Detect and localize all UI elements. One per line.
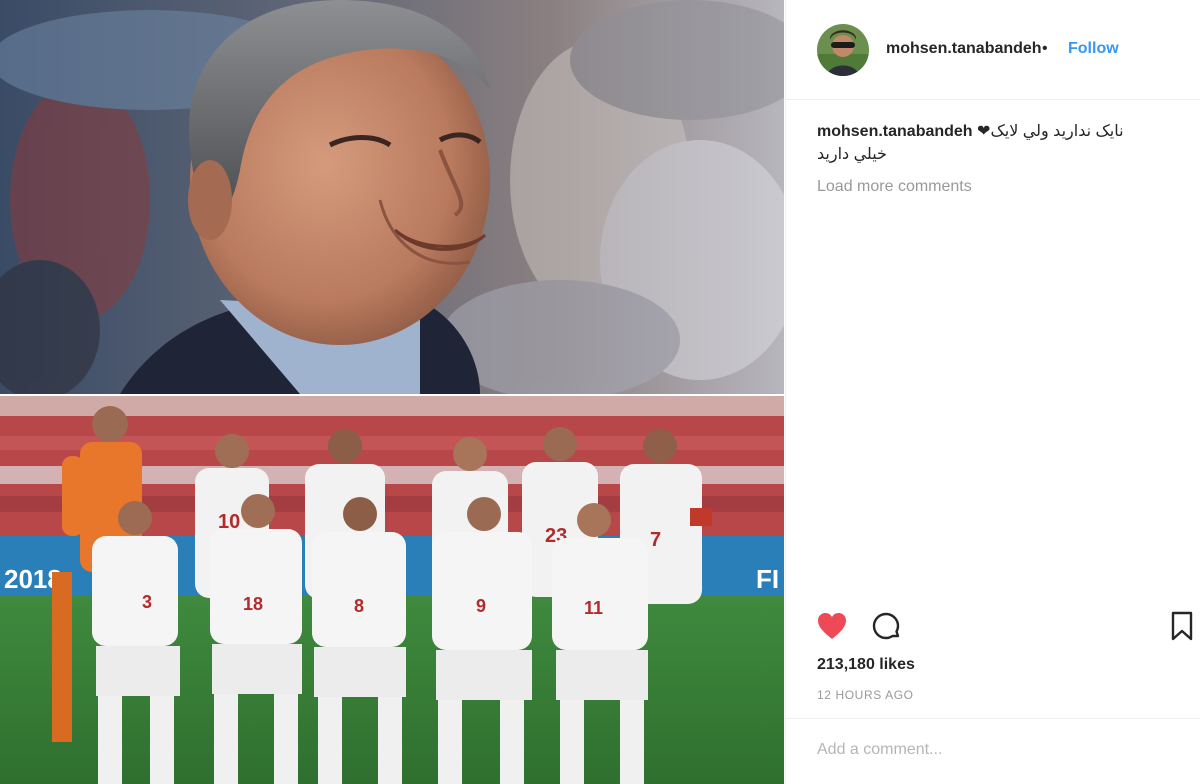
- comment-button[interactable]: [868, 608, 904, 644]
- coach-photo: [0, 0, 784, 394]
- banner-text-right: FI: [756, 564, 779, 594]
- load-more-comments-link[interactable]: Load more comments: [817, 178, 972, 196]
- add-comment-input[interactable]: [817, 741, 1157, 759]
- post-username[interactable]: mohsen.tanabandeh: [886, 40, 1042, 58]
- coach-photo-art: [0, 0, 784, 394]
- jersey-number-back-3: 7: [650, 529, 661, 551]
- likes-count[interactable]: 213,180 likes: [817, 656, 915, 674]
- jersey-number-front-3: 8: [354, 596, 364, 616]
- jersey-number-front-2: 18: [243, 594, 263, 614]
- heart-icon: [818, 613, 846, 639]
- like-button[interactable]: [814, 608, 850, 644]
- bookmark-icon: [1171, 611, 1193, 641]
- caption-text-line2: خیلي دارید: [817, 146, 887, 163]
- post-caption: mohsen.tanabandeh نایک ندارید ولي لایک❤: [817, 120, 1187, 144]
- post-panel: mohsen.tanabandeh • Follow mohsen.tanaba…: [785, 0, 1200, 784]
- post-image[interactable]: 2018 FI 10 23 7 3 18 8 9 11: [0, 0, 784, 784]
- avatar[interactable]: [817, 24, 869, 76]
- avatar-image: [817, 24, 869, 76]
- post-timestamp[interactable]: 12 HOURS AGO: [817, 688, 914, 702]
- jersey-number-front-5: 11: [584, 598, 603, 618]
- follow-separator: •: [1042, 40, 1048, 57]
- caption-text: نایک ندارید ولي لایک❤: [977, 123, 1124, 140]
- jersey-number-front-4: 9: [476, 596, 486, 616]
- comment-box: [786, 718, 1200, 784]
- team-photo-art: 2018 FI 10 23 7 3 18 8 9 11: [0, 396, 784, 784]
- team-photo: 2018 FI 10 23 7 3 18 8 9 11: [0, 396, 784, 784]
- jersey-number-front-1: 3: [142, 592, 152, 612]
- post-header: mohsen.tanabandeh • Follow: [786, 0, 1200, 100]
- post-actions: [786, 600, 1200, 650]
- save-button[interactable]: [1164, 608, 1200, 644]
- follow-button[interactable]: Follow: [1068, 40, 1119, 58]
- comment-icon: [872, 612, 900, 640]
- caption-username[interactable]: mohsen.tanabandeh: [817, 123, 973, 140]
